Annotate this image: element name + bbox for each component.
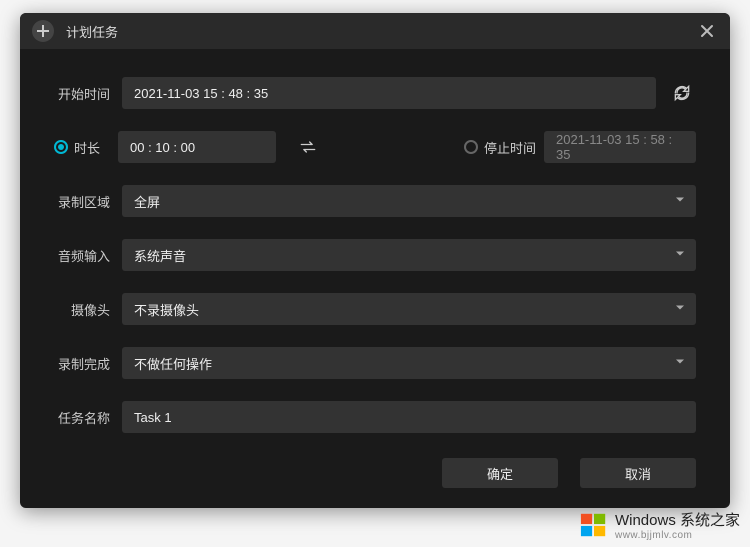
schedule-task-dialog: 计划任务 开始时间 2021-11-03 15 : 48 : 35 时长 00 …	[20, 13, 730, 508]
ok-button[interactable]: 确定	[442, 458, 558, 488]
stop-time-field: 2021-11-03 15 : 58 : 35	[544, 131, 696, 163]
start-time-field[interactable]: 2021-11-03 15 : 48 : 35	[122, 77, 656, 109]
row-audio: 音频输入 系统声音	[54, 239, 696, 271]
duration-field[interactable]: 00 : 10 : 00	[118, 131, 276, 163]
windows-logo-icon	[579, 511, 609, 539]
duration-value: 00 : 10 : 00	[130, 140, 195, 155]
row-region: 录制区域 全屏	[54, 185, 696, 217]
after-value: 不做任何操作	[134, 354, 212, 373]
watermark-main: Windows 系统之家	[615, 509, 740, 530]
close-button[interactable]	[696, 20, 718, 42]
camera-label: 摄像头	[54, 300, 110, 319]
task-name-input[interactable]	[134, 410, 684, 425]
row-after: 录制完成 不做任何操作	[54, 347, 696, 379]
cancel-label: 取消	[625, 464, 651, 483]
chevron-down-icon	[674, 356, 686, 371]
region-value: 全屏	[134, 192, 160, 211]
radio-unchecked-icon	[464, 140, 478, 154]
chevron-down-icon	[674, 248, 686, 263]
start-time-label: 开始时间	[54, 84, 110, 103]
duration-radio[interactable]: 时长	[54, 138, 100, 157]
plus-icon	[32, 20, 54, 42]
title-bar: 计划任务	[20, 13, 730, 49]
chevron-down-icon	[674, 194, 686, 209]
stop-time-radio[interactable]: 停止时间	[464, 138, 536, 157]
dialog-title: 计划任务	[66, 22, 696, 41]
stop-time-label: 停止时间	[484, 138, 536, 157]
refresh-icon[interactable]	[668, 79, 696, 107]
dialog-body: 开始时间 2021-11-03 15 : 48 : 35 时长 00 : 10 …	[20, 49, 730, 448]
cancel-button[interactable]: 取消	[580, 458, 696, 488]
row-start-time: 开始时间 2021-11-03 15 : 48 : 35	[54, 77, 696, 109]
stop-time-group: 停止时间 2021-11-03 15 : 58 : 35	[464, 131, 696, 163]
watermark-sub: www.bjjmlv.com	[615, 530, 740, 541]
radio-checked-icon	[54, 140, 68, 154]
row-camera: 摄像头 不录摄像头	[54, 293, 696, 325]
audio-value: 系统声音	[134, 246, 186, 265]
after-label: 录制完成	[54, 354, 110, 373]
chevron-down-icon	[674, 302, 686, 317]
task-name-label: 任务名称	[54, 408, 110, 427]
repeat-icon[interactable]	[294, 133, 322, 161]
start-time-value: 2021-11-03 15 : 48 : 35	[134, 86, 268, 101]
row-duration-stop: 时长 00 : 10 : 00 停止时间 2021-11-03 15 : 58 …	[54, 131, 696, 163]
audio-label: 音频输入	[54, 246, 110, 265]
watermark-text: Windows 系统之家 www.bjjmlv.com	[615, 509, 740, 541]
region-select[interactable]: 全屏	[122, 185, 696, 217]
ok-label: 确定	[487, 464, 513, 483]
camera-value: 不录摄像头	[134, 300, 199, 319]
camera-select[interactable]: 不录摄像头	[122, 293, 696, 325]
after-select[interactable]: 不做任何操作	[122, 347, 696, 379]
dialog-footer: 确定 取消	[20, 448, 730, 508]
stop-time-value: 2021-11-03 15 : 58 : 35	[556, 132, 684, 162]
task-name-field[interactable]	[122, 401, 696, 433]
audio-select[interactable]: 系统声音	[122, 239, 696, 271]
duration-label: 时长	[74, 138, 100, 157]
row-task-name: 任务名称	[54, 401, 696, 433]
watermark: Windows 系统之家 www.bjjmlv.com	[579, 509, 740, 541]
region-label: 录制区域	[54, 192, 110, 211]
